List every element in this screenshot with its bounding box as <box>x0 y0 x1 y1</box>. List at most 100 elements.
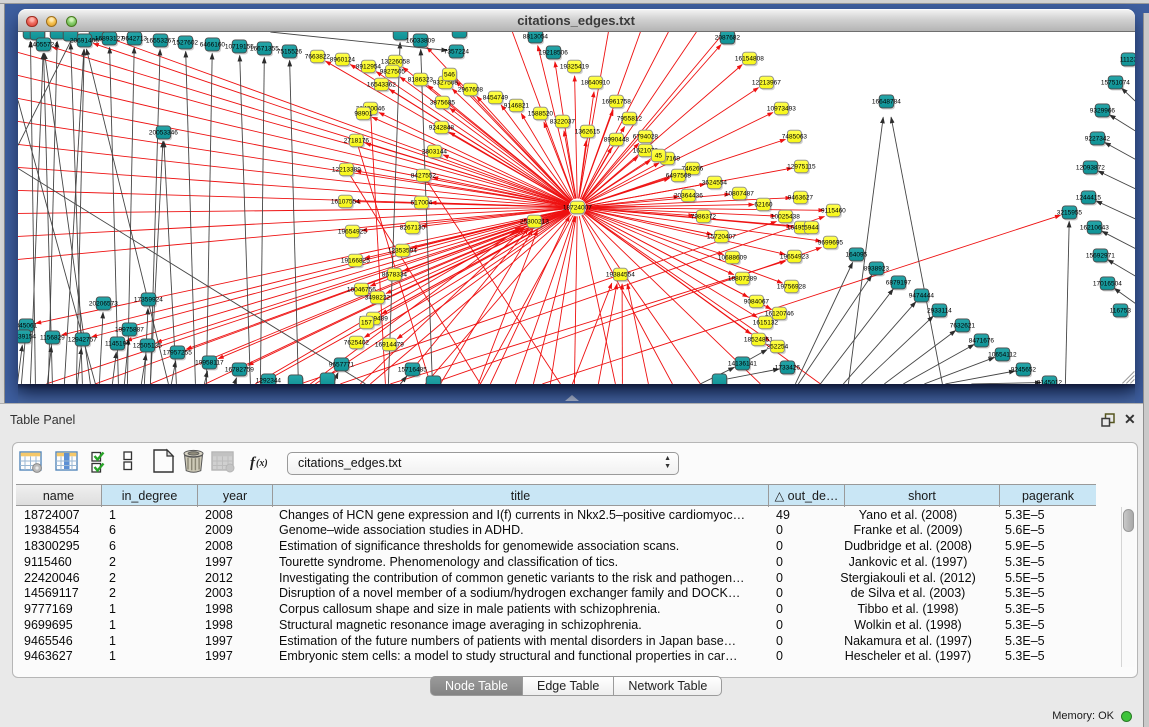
svg-text:20364436: 20364436 <box>674 192 703 199</box>
svg-text:1244415: 1244415 <box>1075 194 1101 201</box>
svg-text:3215955: 3215955 <box>1056 209 1082 216</box>
svg-text:8960124: 8960124 <box>329 56 355 63</box>
svg-text:7625402: 7625402 <box>343 339 369 346</box>
svg-text:17359924: 17359924 <box>134 296 163 303</box>
svg-text:9699695: 9699695 <box>817 239 843 246</box>
svg-text:7485063: 7485063 <box>781 133 807 140</box>
svg-text:1292344: 1292344 <box>255 377 281 384</box>
svg-text:845061: 845061 <box>18 322 38 329</box>
svg-text:16107554: 16107554 <box>331 198 360 205</box>
svg-text:3875685: 3875685 <box>429 99 455 106</box>
svg-text:9329966: 9329966 <box>1089 107 1115 114</box>
svg-text:16154808: 16154808 <box>735 55 764 62</box>
svg-text:8267130: 8267130 <box>399 224 425 231</box>
svg-text:16648784: 16648784 <box>872 98 901 105</box>
svg-text:6466160: 6466160 <box>199 41 225 48</box>
svg-text:116753: 116753 <box>1109 307 1131 314</box>
svg-text:10973493: 10973493 <box>767 105 796 112</box>
svg-text:8186323: 8186323 <box>407 76 433 83</box>
svg-text:7986372: 7986372 <box>690 213 716 220</box>
svg-text:10654112: 10654112 <box>988 351 1017 358</box>
svg-text:16782759: 16782759 <box>225 366 254 373</box>
svg-text:12353594: 12353594 <box>388 247 417 254</box>
svg-text:8471676: 8471676 <box>968 337 994 344</box>
svg-text:1156829: 1156829 <box>40 334 65 341</box>
svg-text:16553267: 16553267 <box>146 37 175 44</box>
svg-text:17957255: 17957255 <box>163 349 192 356</box>
svg-text:7357224: 7357224 <box>443 48 469 55</box>
svg-text:19975887: 19975887 <box>115 326 144 333</box>
svg-text:3498222: 3498222 <box>364 294 390 301</box>
svg-text:6497568: 6497568 <box>665 172 691 179</box>
svg-text:12093872: 12093872 <box>1076 164 1105 171</box>
svg-text:8678334: 8678334 <box>381 271 407 278</box>
svg-text:252254: 252254 <box>766 343 788 350</box>
svg-text:18524851: 18524851 <box>744 336 773 343</box>
svg-text:617004: 617004 <box>410 199 432 206</box>
svg-text:25300213: 25300213 <box>520 218 549 225</box>
svg-text:5944: 5944 <box>804 224 819 231</box>
svg-text:12942757: 12942757 <box>68 336 97 343</box>
svg-text:62160: 62160 <box>754 201 772 208</box>
svg-text:12213967: 12213967 <box>752 79 781 86</box>
svg-text:8912954: 8912954 <box>355 63 381 70</box>
svg-text:18724007: 18724007 <box>563 204 592 211</box>
svg-text:9115460: 9115460 <box>821 207 846 214</box>
svg-text:15692971: 15692971 <box>1086 252 1115 259</box>
svg-text:16914479: 16914479 <box>375 341 404 348</box>
svg-text:18807289: 18807289 <box>728 275 757 282</box>
svg-text:9827505: 9827505 <box>379 68 405 75</box>
svg-text:7515526: 7515526 <box>276 48 302 55</box>
svg-text:12975115: 12975115 <box>787 163 816 170</box>
svg-text:16210643: 16210643 <box>1080 224 1109 231</box>
svg-text:157: 157 <box>361 319 372 326</box>
svg-text:7632621: 7632621 <box>949 322 975 329</box>
svg-text:6879197: 6879197 <box>885 279 911 286</box>
svg-text:24055724: 24055724 <box>29 41 58 48</box>
svg-text:1362615: 1362615 <box>574 128 600 135</box>
svg-text:16543362: 16543362 <box>367 81 396 88</box>
svg-text:8938923: 8938923 <box>863 265 889 272</box>
svg-text:2718176: 2718176 <box>343 137 369 144</box>
svg-text:6794028: 6794028 <box>632 133 658 140</box>
svg-text:2939154: 2939154 <box>18 333 36 340</box>
svg-text:8990448: 8990448 <box>603 136 629 143</box>
svg-text:19756928: 19756928 <box>777 283 806 290</box>
svg-text:11123: 11123 <box>1119 56 1134 63</box>
svg-text:8322037: 8322037 <box>549 118 575 125</box>
svg-text:1588520: 1588520 <box>527 110 553 117</box>
svg-text:8427552: 8427552 <box>410 172 436 179</box>
svg-text:98901: 98901 <box>354 110 372 117</box>
svg-text:2803144: 2803144 <box>421 148 447 155</box>
svg-text:14136141: 14136141 <box>728 360 757 367</box>
svg-text:1615132: 1615132 <box>752 319 778 326</box>
svg-text:16961758: 16961758 <box>602 98 631 105</box>
svg-text:10025438: 10025438 <box>771 213 800 220</box>
svg-text:9474444: 9474444 <box>908 292 934 299</box>
svg-text:9642713: 9642713 <box>121 35 147 42</box>
svg-text:20206573: 20206573 <box>89 300 118 307</box>
svg-text:9245652: 9245652 <box>1010 366 1036 373</box>
svg-text:9227342: 9227342 <box>1084 135 1110 142</box>
svg-text:8454749: 8454749 <box>482 94 508 101</box>
svg-text:9084067: 9084067 <box>743 298 769 305</box>
svg-text:15751074: 15751074 <box>1101 79 1130 86</box>
svg-text:(x): (x) <box>256 458 268 469</box>
svg-text:12213389: 12213389 <box>332 166 361 173</box>
svg-text:2933114: 2933114 <box>927 307 952 314</box>
svg-text:16671355: 16671355 <box>250 45 279 52</box>
svg-text:164095: 164095 <box>845 251 867 258</box>
svg-text:17016504: 17016504 <box>1093 280 1122 287</box>
svg-text:9463627: 9463627 <box>787 194 813 201</box>
svg-text:19325419: 19325419 <box>560 63 589 70</box>
svg-text:2967608: 2967608 <box>457 86 483 93</box>
svg-text:15716485: 15716485 <box>398 366 427 373</box>
svg-text:8813054: 8813054 <box>522 33 548 40</box>
svg-text:1527602: 1527602 <box>172 39 198 46</box>
svg-text:19958117: 19958117 <box>195 359 224 366</box>
svg-text:10807487: 10807487 <box>725 190 754 197</box>
svg-text:1145194: 1145194 <box>105 340 130 347</box>
svg-text:10688609: 10688609 <box>718 254 747 261</box>
svg-text:13226058: 13226058 <box>381 58 410 65</box>
svg-text:19384554: 19384554 <box>606 271 635 278</box>
